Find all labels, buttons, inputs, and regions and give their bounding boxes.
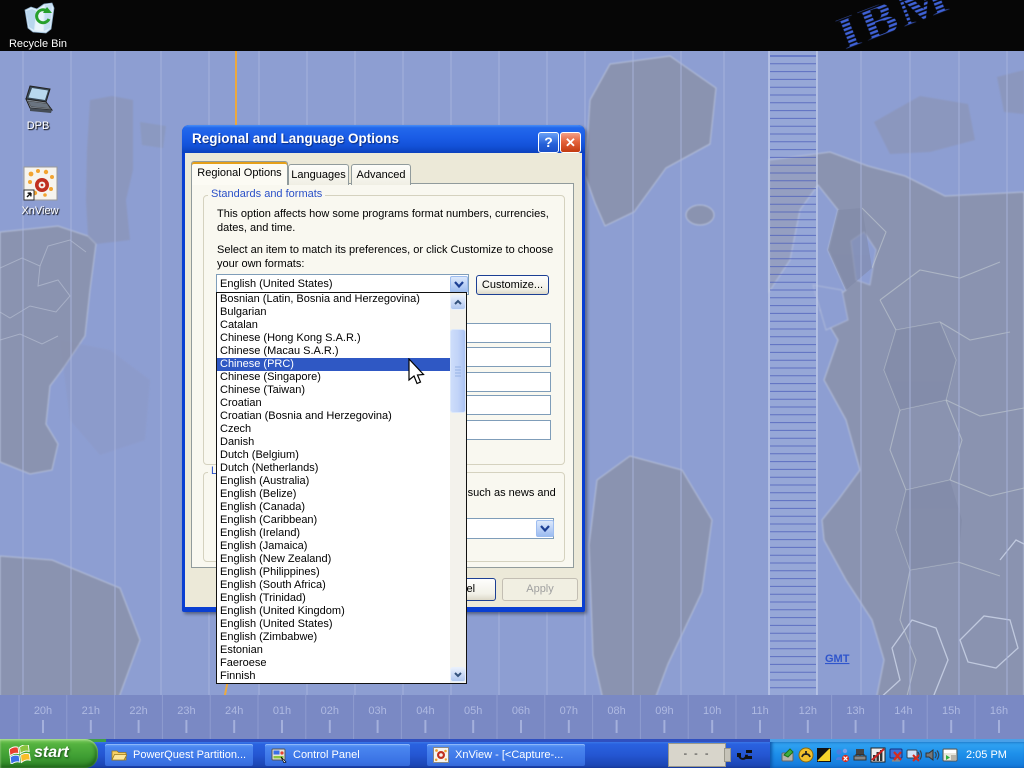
svg-text:14h: 14h xyxy=(894,705,912,717)
svg-text:13h: 13h xyxy=(846,705,864,717)
svg-text:09h: 09h xyxy=(655,705,673,717)
svg-text:15h: 15h xyxy=(942,705,960,717)
svg-text:24h: 24h xyxy=(225,705,243,717)
svg-text:05h: 05h xyxy=(464,705,482,717)
svg-text:06h: 06h xyxy=(512,705,530,717)
svg-text:20h: 20h xyxy=(34,705,52,717)
svg-text:01h: 01h xyxy=(273,705,291,717)
svg-text:08h: 08h xyxy=(607,705,625,717)
svg-text:11h: 11h xyxy=(751,705,769,717)
svg-text:03h: 03h xyxy=(368,705,386,717)
svg-text:GMT: GMT xyxy=(825,653,850,665)
svg-text:07h: 07h xyxy=(560,705,578,717)
svg-text:02h: 02h xyxy=(321,705,339,717)
svg-text:21h: 21h xyxy=(82,705,100,717)
svg-text:04h: 04h xyxy=(416,705,434,717)
svg-text:22h: 22h xyxy=(129,705,147,717)
svg-text:12h: 12h xyxy=(799,705,817,717)
svg-text:23h: 23h xyxy=(177,705,195,717)
svg-text:16h: 16h xyxy=(990,705,1008,717)
svg-text:10h: 10h xyxy=(703,705,721,717)
